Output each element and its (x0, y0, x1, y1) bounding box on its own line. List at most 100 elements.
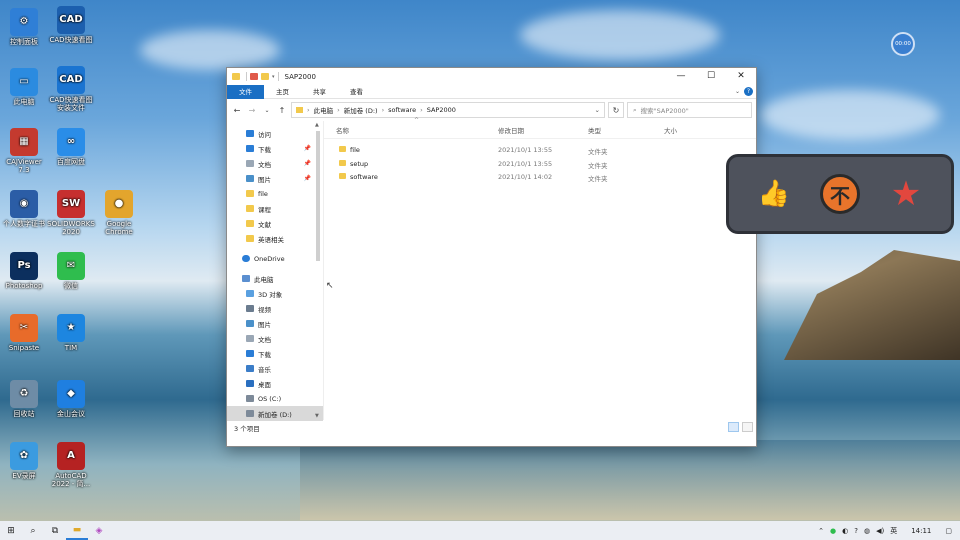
nav-item-this-pc-child[interactable]: 图片 (227, 316, 323, 331)
desktop-icon-label: 回收站 (13, 410, 35, 418)
wechat-tray-icon[interactable]: ● (830, 527, 836, 535)
properties-icon[interactable] (250, 73, 258, 80)
nav-item-this-pc-child[interactable]: 音乐 (227, 361, 323, 376)
nav-item-this-pc-child[interactable]: 下载 (227, 346, 323, 361)
ribbon-expand-icon[interactable]: ⌄ (735, 88, 740, 95)
column-size[interactable]: 大小 (664, 125, 677, 135)
start-button[interactable]: ⊞ (0, 521, 22, 540)
close-button[interactable]: ✕ (726, 68, 756, 85)
desktop-icon[interactable]: ✿ EV录屏 (0, 442, 48, 480)
minimize-button[interactable]: — (666, 68, 696, 85)
nav-item-this-pc-child[interactable]: 新加卷 (D:) (227, 406, 323, 421)
desktop-icon[interactable]: A AutoCAD 2022 - 简... (47, 442, 95, 488)
chevron-right-icon[interactable]: › (382, 106, 385, 114)
chevron-right-icon[interactable]: › (307, 106, 310, 114)
file-explorer-window[interactable]: ▾ SAP2000 — ☐ ✕ 文件 主页 共享 查看 ⌄ ? ← → ⌄ ↑ … (226, 67, 757, 447)
nav-item-quick-access[interactable]: 下载 📌 (227, 141, 323, 156)
details-view-button[interactable] (728, 422, 739, 432)
desktop-icon[interactable]: SW SOLIDWORKS 2020 (47, 190, 95, 236)
desktop-icon[interactable]: ★ TIM (47, 314, 95, 352)
nav-item-onedrive[interactable]: OneDrive (227, 251, 323, 266)
recent-locations-icon[interactable]: ⌄ (261, 107, 273, 114)
file-list[interactable]: ^ 名称 修改日期 类型 大小 file 2021/10/1 13:55 文件夹 se… (324, 117, 756, 420)
desktop-icon[interactable]: ▭ 此电脑 (0, 68, 48, 106)
desktop-icon[interactable]: ● Google Chrome (95, 190, 143, 236)
tray-app-icon[interactable]: ◐ (842, 527, 848, 535)
chevron-right-icon[interactable]: › (420, 106, 423, 114)
desktop-icon[interactable]: ◉ 个人数字证书 (0, 190, 48, 228)
nav-item-this-pc-child[interactable]: 桌面 (227, 376, 323, 391)
notification-icon[interactable]: ▢ (945, 527, 952, 535)
chevron-down-icon[interactable]: ⌄ (595, 106, 600, 114)
tab-view[interactable]: 查看 (338, 85, 375, 99)
network-icon[interactable]: ◍ (864, 527, 870, 535)
chevron-right-icon[interactable]: › (337, 106, 340, 114)
help-icon[interactable]: ? (744, 87, 753, 96)
nav-scrollbar[interactable]: ▲ ▼ (315, 122, 321, 419)
nav-item-this-pc-child[interactable]: 3D 对象 (227, 286, 323, 301)
app-taskbar-icon[interactable]: ◈ (88, 521, 110, 540)
desktop-icon[interactable]: CAD CAD快速看图 (47, 6, 95, 44)
forward-button[interactable]: → (246, 106, 258, 115)
tab-share[interactable]: 共享 (301, 85, 338, 99)
desktop-icon[interactable]: ⚙ 控制面板 (0, 8, 48, 46)
nav-item-quick-access[interactable]: 文献 (227, 216, 323, 231)
nav-item-this-pc-child[interactable]: OS (C:) (227, 391, 323, 406)
nav-item-this-pc[interactable]: 此电脑 (227, 271, 323, 286)
desktop-icon[interactable]: ✉ 微信 (47, 252, 95, 290)
maximize-button[interactable]: ☐ (696, 68, 726, 85)
search-input[interactable]: ⌕ 搜索"SAP2000" (627, 102, 752, 118)
desktop-icon[interactable]: ∞ 百度网盘 (47, 128, 95, 166)
refresh-button[interactable]: ↻ (608, 102, 624, 118)
thumbs-up-icon[interactable]: 👍 (750, 170, 798, 218)
scroll-thumb[interactable] (316, 131, 320, 261)
desktop-icon[interactable]: ♻ 回收站 (0, 380, 48, 418)
column-name[interactable]: 名称 (336, 125, 349, 135)
nav-item-quick-access[interactable]: 课程 (227, 201, 323, 216)
star-icon[interactable]: ★ (882, 170, 930, 218)
volume-icon[interactable]: ◀) (876, 527, 884, 535)
file-row[interactable]: file 2021/10/1 13:55 文件夹 (324, 143, 756, 157)
new-folder-icon[interactable] (261, 73, 269, 80)
search-icon[interactable]: ⌕ (22, 521, 44, 540)
file-explorer-taskbar-icon[interactable]: ▬ (66, 521, 88, 540)
address-bar[interactable]: › 此电脑 › 新加卷 (D:) › software › SAP2000 ⌄ (291, 102, 605, 118)
scroll-down-icon[interactable]: ▼ (315, 413, 319, 419)
up-button[interactable]: ↑ (276, 106, 288, 115)
column-type[interactable]: 类型 (588, 125, 601, 135)
scroll-up-icon[interactable]: ▲ (315, 122, 319, 128)
desktop-icon[interactable]: Ps Photoshop (0, 252, 48, 290)
back-button[interactable]: ← (231, 106, 243, 115)
nav-item-quick-access[interactable]: file (227, 186, 323, 201)
file-row[interactable]: setup 2021/10/1 13:55 文件夹 (324, 157, 756, 171)
tab-home[interactable]: 主页 (264, 85, 301, 99)
column-date[interactable]: 修改日期 (498, 125, 524, 135)
title-bar[interactable]: ▾ SAP2000 — ☐ ✕ (227, 68, 756, 85)
nav-item-quick-access[interactable]: 图片 📌 (227, 171, 323, 186)
recording-timer[interactable]: 00:00 (891, 32, 915, 56)
breadcrumb-item[interactable]: software (388, 106, 416, 114)
large-icons-view-button[interactable] (742, 422, 753, 432)
clock[interactable]: 14:11 (911, 527, 931, 535)
chevron-up-icon[interactable]: ⌃ (818, 527, 824, 535)
file-row[interactable]: software 2021/10/1 14:02 文件夹 (324, 170, 756, 184)
nav-item-this-pc-child[interactable]: 视频 (227, 301, 323, 316)
task-view-icon[interactable]: ⧉ (44, 521, 66, 540)
quick-toolbar-dropdown-icon[interactable]: ▾ (272, 74, 275, 80)
nav-item-quick-access[interactable]: 英语相关 (227, 231, 323, 246)
desktop-icon[interactable]: CAD CAD快速看图 安装文件 (47, 66, 95, 112)
tab-file[interactable]: 文件 (227, 84, 264, 99)
help-tray-icon[interactable]: ? (854, 527, 858, 535)
breadcrumb-item[interactable]: SAP2000 (427, 106, 456, 114)
coin-icon[interactable]: 不 (820, 174, 860, 214)
navigation-pane[interactable]: 访问 下载 📌 文档 📌 图片 📌 file 课程 文献 英语相关 OneDrive 此电脑 3D … (227, 121, 324, 421)
desktop-icon[interactable]: ✂ Snipaste (0, 314, 48, 352)
breadcrumb-item[interactable]: 新加卷 (D:) (344, 105, 378, 115)
breadcrumb-item[interactable]: 此电脑 (314, 105, 334, 115)
nav-item-quick-access[interactable]: 文档 📌 (227, 156, 323, 171)
ime-indicator[interactable]: 英 (890, 526, 897, 536)
nav-item-quick-access[interactable]: 访问 (227, 126, 323, 141)
nav-item-this-pc-child[interactable]: 文档 (227, 331, 323, 346)
desktop-icon[interactable]: ▦ CAJViewer 7.3 (0, 128, 48, 174)
desktop-icon[interactable]: ◆ 金山会议 (47, 380, 95, 418)
